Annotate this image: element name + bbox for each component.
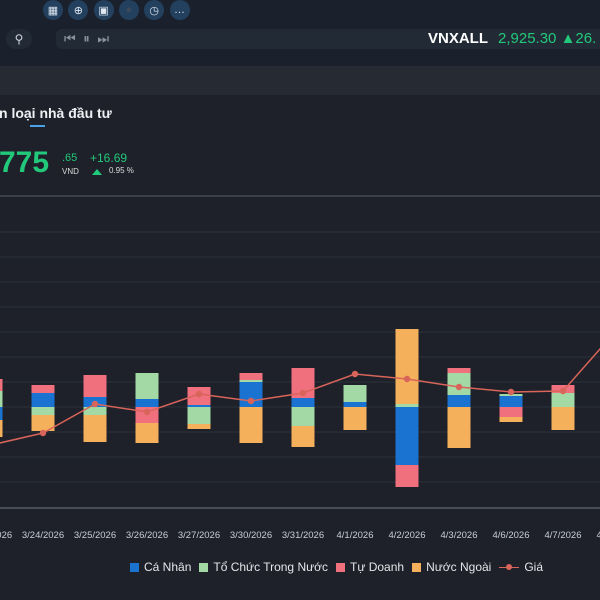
legend-swatch [199,562,209,572]
bar-tu-doanh [395,465,419,487]
bar-ca-nhan [187,405,211,407]
x-tick-label: 3/24/2026 [22,530,64,541]
chart-legend: Cá Nhân Tổ Chức Trong Nước Tự Doanh Nước… [130,560,543,574]
price-point [455,383,463,391]
bar-tu-doanh [31,385,55,393]
x-tick-label: 3/31/2026 [282,530,324,541]
investor-flow-chart: 3/23/2026 3/24/2026 3/25/2026 3/26/2026 3/27… [0,231,600,541]
bar-tu-doanh [447,368,471,373]
price-point [507,388,515,396]
bar-nuoc-ngoai [83,415,107,442]
bar-nuoc-ngoai [343,407,367,430]
bar-ca-nhan [291,398,315,407]
price-point [195,390,203,398]
price-point [91,400,99,408]
x-tick-label: 4/3/2026 [441,530,478,541]
legend-swatch [130,562,139,572]
legend-label: Giá [524,560,544,574]
bar-to-chuc [551,393,575,407]
bar-nuoc-ngoai [291,426,315,447]
bar-ca-nhan [499,396,523,407]
bar-to-chuc [239,380,263,382]
bar-tu-doanh [499,407,523,417]
bar-nuoc-ngoai [135,423,159,443]
x-tick-label: 4/1/2026 [337,530,374,541]
legend-to-chuc[interactable]: Tổ Chức Trong Nước [199,560,328,574]
bar-nuoc-ngoai [187,424,211,429]
legend-line-swatch [499,563,520,572]
bar-nuoc-ngoai [551,407,575,430]
price-point [351,370,359,378]
bar-ca-nhan [395,407,419,465]
bar-to-chuc [395,404,419,407]
bar-nuoc-ngoai [499,417,523,422]
legend-swatch [412,562,422,572]
bar-nuoc-ngoai [239,407,263,443]
price-point [247,397,255,405]
bar-ca-nhan [31,393,55,407]
bar-nuoc-ngoai [0,420,3,437]
legend-ca-nhan[interactable]: Cá Nhân [130,560,191,574]
x-tick-label: 4/2/2026 [389,530,426,541]
bar-nuoc-ngoai [447,407,471,448]
x-tick-label: 3/30/2026 [230,530,272,541]
bar-tu-doanh [239,373,263,380]
bar-nuoc-ngoai [395,329,419,404]
bar-tu-doanh [83,375,107,397]
price-point [403,375,411,383]
bar-ca-nhan [135,399,159,407]
legend-label: Tự Doanh [350,560,405,574]
legend-label: Tổ Chức Trong Nước [213,560,329,574]
bar-to-chuc [291,407,315,426]
x-tick-label: 4/7/2026 [545,530,582,541]
legend-swatch [336,562,346,572]
bar-tu-doanh [0,379,3,391]
x-tick-label: 3/27/2026 [178,530,220,541]
bar-ca-nhan [447,395,471,407]
x-tick-label: 4/8/2026 [597,530,600,541]
price-point [299,389,307,397]
bar-to-chuc [187,407,211,424]
x-tick-label: 4/6/2026 [493,530,530,541]
bar-to-chuc [135,373,159,399]
legend-tu-doanh[interactable]: Tự Doanh [336,560,404,574]
price-point [559,387,567,395]
legend-nuoc-ngoai[interactable]: Nước Ngoài [412,560,491,574]
legend-label: Nước Ngoài [426,560,492,574]
bar-to-chuc [343,385,367,402]
legend-gia[interactable]: Giá [499,560,543,574]
price-point [39,429,47,437]
price-point [143,408,151,416]
x-tick-label: 3/25/2026 [74,530,116,541]
bar-to-chuc [0,391,3,407]
bar-ca-nhan [343,402,367,407]
x-tick-label: 3/26/2026 [126,530,168,541]
x-tick-label: 3/23/2026 [0,530,12,541]
bar-ca-nhan [0,407,3,420]
legend-label: Cá Nhân [144,560,192,574]
bar-to-chuc [31,407,55,415]
